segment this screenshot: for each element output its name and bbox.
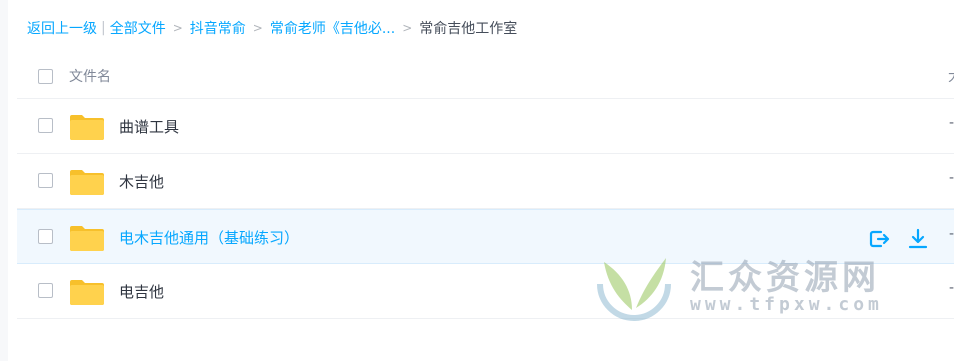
file-size: - bbox=[949, 280, 954, 296]
column-header-name[interactable]: 文件名 bbox=[69, 66, 111, 86]
breadcrumb-course[interactable]: 常俞老师《吉他必... bbox=[270, 18, 395, 38]
breadcrumb-all-files[interactable]: 全部文件 bbox=[110, 18, 166, 38]
list-item[interactable]: 曲谱工具 - bbox=[17, 99, 954, 154]
column-header-size[interactable]: 大 bbox=[948, 66, 954, 86]
back-link[interactable]: 返回上一级 bbox=[27, 18, 97, 38]
chevron-right-icon: > bbox=[402, 21, 413, 35]
list-header: 文件名 大 bbox=[17, 58, 954, 99]
file-name[interactable]: 木吉他 bbox=[119, 171, 164, 192]
chevron-right-icon: > bbox=[172, 21, 183, 35]
folder-icon bbox=[70, 280, 104, 305]
file-name[interactable]: 电木吉他通用（基础练习） bbox=[119, 227, 299, 248]
row-checkbox[interactable] bbox=[38, 229, 53, 244]
breadcrumb-current: 常俞吉他工作室 bbox=[419, 21, 518, 37]
list-item[interactable]: 电木吉他通用（基础练习） - bbox=[17, 209, 954, 264]
select-all-checkbox[interactable] bbox=[38, 69, 53, 84]
file-name[interactable]: 曲谱工具 bbox=[119, 116, 179, 137]
file-size: - bbox=[949, 170, 954, 186]
folder-icon bbox=[70, 115, 104, 140]
breadcrumb-douyin[interactable]: 抖音常俞 bbox=[190, 18, 246, 38]
left-gutter bbox=[0, 0, 8, 361]
folder-icon bbox=[70, 226, 104, 251]
file-browser: 返回上一级 | 全部文件 > 抖音常俞 > 常俞老师《吉他必... > 常俞吉他… bbox=[0, 0, 954, 361]
file-size: - bbox=[949, 226, 954, 242]
row-checkbox[interactable] bbox=[38, 118, 53, 133]
list-item[interactable]: 木吉他 - bbox=[17, 154, 954, 209]
breadcrumb: 返回上一级 | 全部文件 > 抖音常俞 > 常俞老师《吉他必... > 常俞吉他… bbox=[27, 17, 517, 39]
breadcrumb-separator: | bbox=[101, 20, 106, 36]
share-exit-icon[interactable] bbox=[867, 227, 891, 251]
file-name[interactable]: 电吉他 bbox=[119, 281, 164, 302]
row-checkbox[interactable] bbox=[38, 283, 53, 298]
file-size: - bbox=[949, 115, 954, 131]
chevron-right-icon: > bbox=[252, 21, 263, 35]
folder-icon bbox=[70, 170, 104, 195]
row-checkbox[interactable] bbox=[38, 173, 53, 188]
download-icon[interactable] bbox=[906, 227, 930, 251]
list-item[interactable]: 电吉他 - bbox=[17, 264, 954, 319]
